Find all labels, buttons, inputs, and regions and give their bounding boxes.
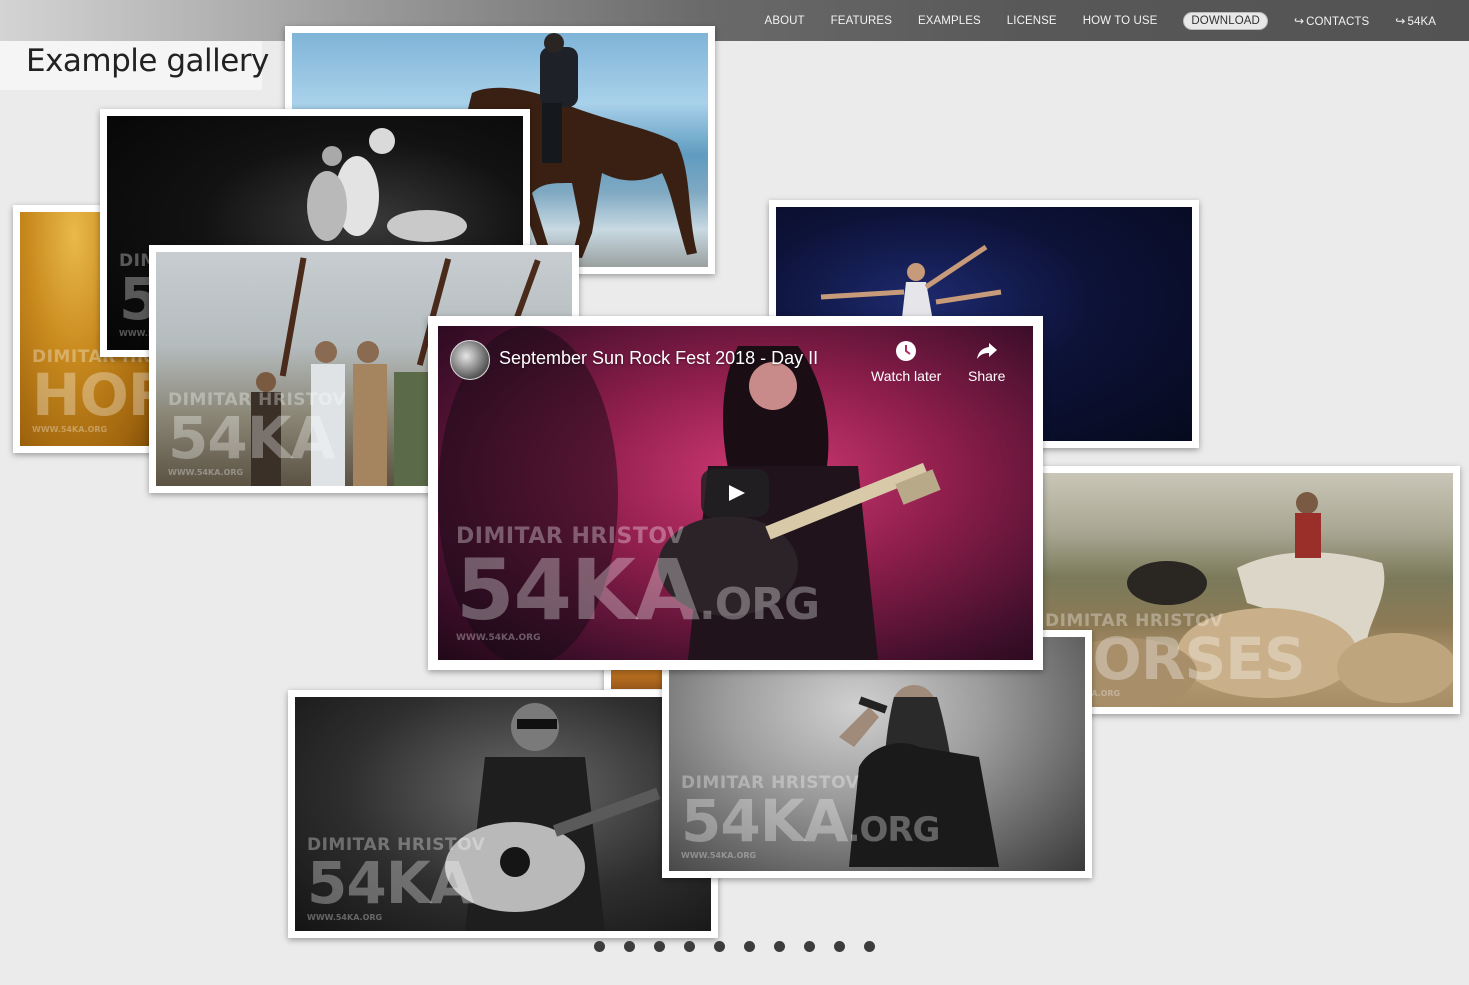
- video-title[interactable]: September Sun Rock Fest 2018 - Day II: [499, 348, 818, 369]
- external-link-icon: ↪: [1293, 13, 1305, 28]
- watermark-logo: 54KA.ORG: [456, 548, 820, 632]
- pagination-dot-7[interactable]: [774, 941, 785, 952]
- pagination-dot-2[interactable]: [624, 941, 635, 952]
- nav-how-to-use-label: HOW TO USE: [1082, 14, 1158, 27]
- nav-54ka[interactable]: ↪ 54KA: [1395, 14, 1436, 28]
- gallery-photo-guitarist[interactable]: DIMITAR HRISTOV 54KA WWW.54KA.ORG: [288, 690, 718, 938]
- nav-examples[interactable]: EXAMPLES: [918, 15, 981, 27]
- nav-license[interactable]: LICENSE: [1007, 15, 1057, 27]
- pagination-dot-6[interactable]: [744, 941, 755, 952]
- watermark-logo-main: 54KA: [456, 541, 700, 639]
- external-link-icon: ↪: [1395, 13, 1406, 28]
- photo-watermark: DIMITAR HRISTOV HORSES WWW.54KA.ORG: [32, 349, 156, 434]
- top-nav-bar: ABOUT FEATURES EXAMPLES LICENSE HOW TO U…: [0, 0, 1469, 41]
- pagination-dot-1[interactable]: [594, 941, 605, 952]
- share-arrow-icon: [976, 343, 997, 359]
- nav-download-label: DOWNLOAD: [1191, 14, 1260, 27]
- play-button[interactable]: [701, 469, 769, 517]
- nav-about-label: ABOUT: [764, 14, 805, 27]
- pagination-dot-9[interactable]: [834, 941, 845, 952]
- nav-license-label: LICENSE: [1006, 14, 1057, 27]
- page-title: Example gallery: [26, 43, 269, 79]
- watch-later-button[interactable]: Watch later: [871, 340, 941, 384]
- nav-contacts[interactable]: ↪ CONTACTS: [1294, 14, 1369, 28]
- photo-watermark: DIMITAR HRISTOV 54KA WWW.54KA.ORG: [307, 837, 485, 922]
- nav-examples-label: EXAMPLES: [917, 14, 981, 27]
- video-player[interactable]: DIMITAR HRISTOV 54KA.ORG WWW.54KA.ORG Se…: [438, 326, 1033, 660]
- photo-watermark: DIMITAR HRISTOV 54KA WWW.54KA.ORG: [168, 392, 346, 477]
- main-nav: ABOUT FEATURES EXAMPLES LICENSE HOW TO U…: [739, 0, 1469, 41]
- pagination-dot-4[interactable]: [684, 941, 695, 952]
- watermark-logo-main: 54KA: [681, 787, 849, 855]
- watermark-logo: 54KA: [168, 404, 336, 472]
- nav-how-to-use[interactable]: HOW TO USE: [1083, 15, 1158, 27]
- nav-features-label: FEATURES: [830, 14, 892, 27]
- nav-features[interactable]: FEATURES: [831, 15, 892, 27]
- watermark-logo: 54KA: [307, 849, 475, 917]
- gallery-video-card[interactable]: DIMITAR HRISTOV 54KA.ORG WWW.54KA.ORG Se…: [428, 316, 1043, 670]
- nav-contacts-label: CONTACTS: [1306, 15, 1370, 28]
- pagination-dot-10[interactable]: [864, 941, 875, 952]
- nav-download-button[interactable]: DOWNLOAD: [1183, 11, 1268, 30]
- pagination-dot-8[interactable]: [804, 941, 815, 952]
- video-watermark: DIMITAR HRISTOV 54KA.ORG WWW.54KA.ORG: [456, 526, 820, 643]
- photo-cowboy-cattle-image: DIMITAR HRISTOV HORSES WWW.54KA.ORG: [1037, 473, 1453, 707]
- share-button[interactable]: Share: [968, 340, 1005, 384]
- watch-later-label: Watch later: [871, 368, 942, 384]
- photo-singer-image: DIMITAR HRISTOV 54KA.ORG WWW.54KA.ORG: [669, 637, 1085, 871]
- gallery-pagination: [594, 941, 894, 952]
- watermark-logo-suffix: .ORG: [847, 810, 941, 850]
- gallery-photo-cowboy-cattle[interactable]: DIMITAR HRISTOV HORSES WWW.54KA.ORG: [1030, 466, 1460, 714]
- pagination-dot-5[interactable]: [714, 941, 725, 952]
- watermark-logo: 54KA.ORG: [681, 792, 941, 850]
- clock-icon: [896, 341, 917, 361]
- pagination-dot-3[interactable]: [654, 941, 665, 952]
- watermark-horses: HORSES: [32, 361, 156, 429]
- nav-about[interactable]: ABOUT: [765, 15, 805, 27]
- photo-guitarist-image: DIMITAR HRISTOV 54KA WWW.54KA.ORG: [295, 697, 711, 931]
- share-label: Share: [968, 368, 1006, 384]
- nav-54ka-label: 54KA: [1407, 15, 1436, 28]
- watermark-logo-suffix: .ORG: [699, 579, 820, 630]
- photo-watermark: DIMITAR HRISTOV 54KA.ORG WWW.54KA.ORG: [681, 775, 941, 860]
- gallery-page: ABOUT FEATURES EXAMPLES LICENSE HOW TO U…: [0, 0, 1469, 985]
- channel-avatar[interactable]: [450, 340, 490, 380]
